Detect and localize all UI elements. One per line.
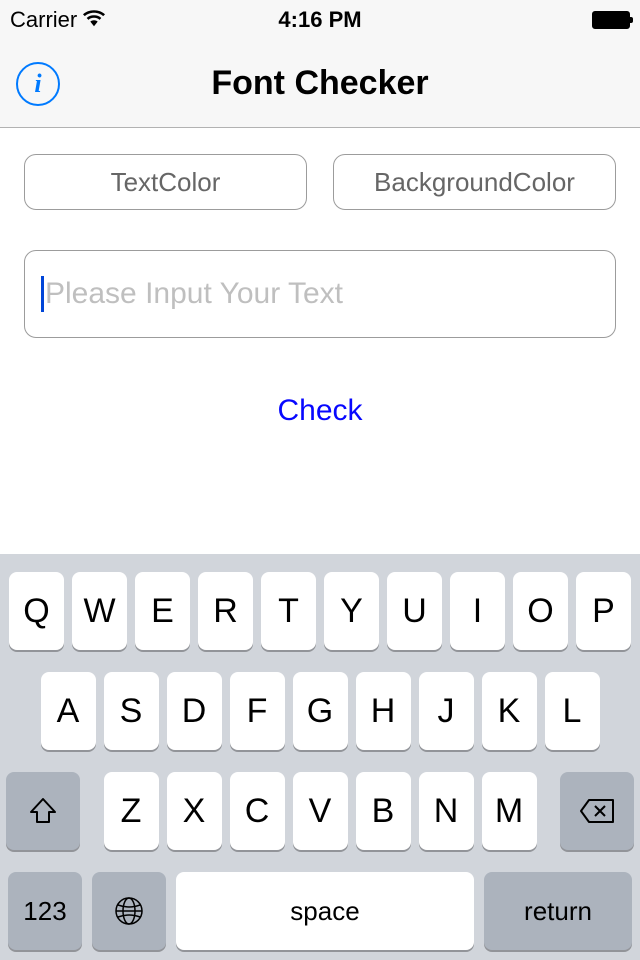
key-w[interactable]: W bbox=[72, 572, 127, 650]
check-button[interactable]: Check bbox=[24, 394, 616, 428]
key-x[interactable]: X bbox=[167, 772, 222, 850]
key-z[interactable]: Z bbox=[104, 772, 159, 850]
key-a[interactable]: A bbox=[41, 672, 96, 750]
key-s[interactable]: S bbox=[104, 672, 159, 750]
time-label: 4:16 PM bbox=[278, 7, 361, 33]
key-h[interactable]: H bbox=[356, 672, 411, 750]
key-u[interactable]: U bbox=[387, 572, 442, 650]
key-n[interactable]: N bbox=[419, 772, 474, 850]
keyboard-row-4: 123 space return bbox=[6, 872, 634, 954]
key-m[interactable]: M bbox=[482, 772, 537, 850]
space-key[interactable]: space bbox=[176, 872, 474, 950]
key-b[interactable]: B bbox=[356, 772, 411, 850]
key-c[interactable]: C bbox=[230, 772, 285, 850]
globe-key[interactable] bbox=[92, 872, 166, 950]
content-area: TextColor BackgroundColor Please Input Y… bbox=[0, 128, 640, 454]
key-o[interactable]: O bbox=[513, 572, 568, 650]
backspace-key[interactable] bbox=[560, 772, 634, 850]
battery-icon bbox=[592, 11, 630, 29]
key-l[interactable]: L bbox=[545, 672, 600, 750]
input-placeholder: Please Input Your Text bbox=[45, 277, 343, 311]
keyboard: QWERTYUIOP ASDFGHJKL ZXCVBNM 123 space r… bbox=[0, 554, 640, 960]
shift-key[interactable] bbox=[6, 772, 80, 850]
nav-bar: i Font Checker bbox=[0, 40, 640, 128]
return-key[interactable]: return bbox=[484, 872, 632, 950]
key-r[interactable]: R bbox=[198, 572, 253, 650]
key-j[interactable]: J bbox=[419, 672, 474, 750]
info-icon: i bbox=[34, 69, 41, 99]
key-p[interactable]: P bbox=[576, 572, 631, 650]
key-y[interactable]: Y bbox=[324, 572, 379, 650]
background-color-button[interactable]: BackgroundColor bbox=[333, 154, 616, 210]
key-k[interactable]: K bbox=[482, 672, 537, 750]
keyboard-row-1: QWERTYUIOP bbox=[6, 572, 634, 650]
key-d[interactable]: D bbox=[167, 672, 222, 750]
key-e[interactable]: E bbox=[135, 572, 190, 650]
key-g[interactable]: G bbox=[293, 672, 348, 750]
key-t[interactable]: T bbox=[261, 572, 316, 650]
keyboard-row-2: ASDFGHJKL bbox=[6, 672, 634, 750]
keyboard-row-3: ZXCVBNM bbox=[6, 772, 634, 850]
wifi-icon bbox=[83, 7, 105, 33]
text-input[interactable]: Please Input Your Text bbox=[24, 250, 616, 338]
info-button[interactable]: i bbox=[16, 62, 60, 106]
key-i[interactable]: I bbox=[450, 572, 505, 650]
key-v[interactable]: V bbox=[293, 772, 348, 850]
key-q[interactable]: Q bbox=[9, 572, 64, 650]
carrier-label: Carrier bbox=[10, 7, 77, 33]
numbers-key[interactable]: 123 bbox=[8, 872, 82, 950]
text-color-button[interactable]: TextColor bbox=[24, 154, 307, 210]
text-cursor bbox=[41, 276, 44, 312]
key-f[interactable]: F bbox=[230, 672, 285, 750]
status-bar: Carrier 4:16 PM bbox=[0, 0, 640, 40]
page-title: Font Checker bbox=[211, 64, 428, 103]
